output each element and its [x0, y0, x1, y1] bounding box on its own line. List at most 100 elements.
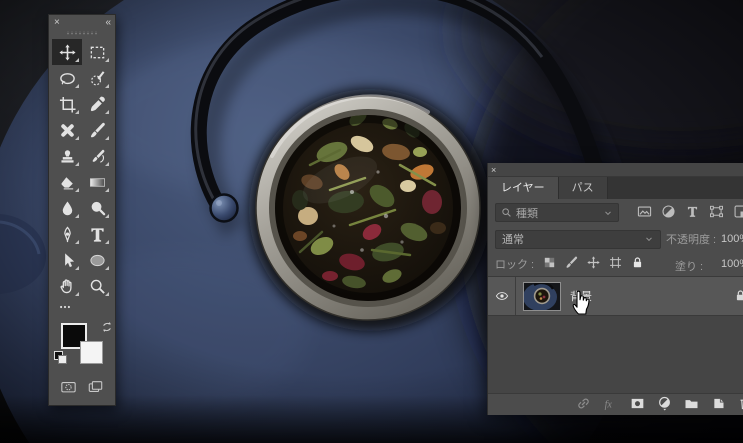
- tool-brush[interactable]: [82, 117, 112, 143]
- fx-button[interactable]: fx: [603, 396, 618, 414]
- blur-icon: [59, 200, 76, 217]
- opacity-value[interactable]: 100%: [721, 233, 743, 245]
- move-icon: [58, 43, 76, 61]
- lock-buttons: [543, 256, 644, 272]
- new-layer-button[interactable]: [711, 396, 726, 414]
- layer-thumbnail: [523, 281, 561, 311]
- blend-mode-dropdown[interactable]: 通常: [495, 229, 661, 249]
- flyout-triangle: [75, 188, 79, 192]
- lock-label: ロック :: [495, 259, 535, 271]
- fill-label: 塗り :: [675, 261, 704, 273]
- quick-mask-button[interactable]: [59, 379, 78, 395]
- trash-button[interactable]: [738, 396, 743, 414]
- zoom-icon: [89, 278, 106, 295]
- new-layer-icon: [711, 396, 726, 411]
- edit-toolbar-button[interactable]: [49, 299, 115, 315]
- flyout-triangle: [105, 136, 109, 140]
- flyout-triangle: [75, 292, 79, 296]
- tool-marquee[interactable]: [82, 39, 112, 65]
- lock-transparent-button[interactable]: [543, 256, 556, 272]
- link-icon: [576, 396, 591, 411]
- tool-path-select[interactable]: [52, 247, 82, 273]
- flyout-triangle: [105, 110, 109, 114]
- visibility-toggle[interactable]: [488, 277, 516, 315]
- flyout-triangle: [105, 58, 109, 62]
- blend-mode-value: 通常: [502, 234, 524, 246]
- lock-paint-button[interactable]: [565, 256, 578, 272]
- tool-crop[interactable]: [52, 91, 82, 117]
- filter-adjust-button[interactable]: [661, 204, 676, 222]
- tool-hand[interactable]: [52, 273, 82, 299]
- lock-artboard-button[interactable]: [609, 256, 622, 272]
- filter-shape-button[interactable]: [709, 204, 724, 222]
- layer-lock-icon: [734, 289, 743, 302]
- tool-eraser[interactable]: [52, 169, 82, 195]
- layers-panel-close-button[interactable]: ×: [491, 165, 496, 175]
- tool-history-brush[interactable]: [82, 143, 112, 169]
- tool-pen[interactable]: [52, 221, 82, 247]
- flyout-triangle: [105, 266, 109, 270]
- default-colors-button[interactable]: [54, 351, 69, 366]
- adjustment-button[interactable]: [657, 396, 672, 414]
- filter-smart-button[interactable]: [733, 204, 743, 222]
- tool-move[interactable]: [52, 39, 82, 65]
- eraser-icon: [59, 174, 76, 191]
- flyout-triangle: [75, 240, 79, 244]
- tool-lasso[interactable]: [52, 65, 82, 91]
- flyout-triangle: [105, 292, 109, 296]
- filter-type-button[interactable]: [685, 204, 700, 222]
- filter-adjust-icon: [661, 204, 676, 219]
- tool-ellipse[interactable]: [82, 247, 112, 273]
- group-button[interactable]: [684, 396, 699, 414]
- toolbar-header: × «: [49, 15, 115, 29]
- quick-select-icon: [89, 70, 106, 87]
- lock-all-button[interactable]: [631, 256, 644, 272]
- tool-blur[interactable]: [52, 195, 82, 221]
- filter-smart-icon: [733, 204, 743, 219]
- tool-type[interactable]: [82, 221, 112, 247]
- tab-layers[interactable]: レイヤー: [488, 177, 559, 199]
- filter-shape-icon: [709, 204, 724, 219]
- swap-colors-icon[interactable]: [101, 321, 113, 333]
- layers-panel: × レイヤーパス 種類 通常 不透明度 : 100% ロック : 塗り : 10…: [487, 163, 743, 415]
- svg-text:fx: fx: [605, 399, 613, 410]
- tool-quick-select[interactable]: [82, 65, 112, 91]
- flyout-triangle: [105, 188, 109, 192]
- lock-move-button[interactable]: [587, 256, 600, 272]
- flyout-triangle: [75, 162, 79, 166]
- flyout-triangle: [75, 58, 79, 62]
- clone-stamp-icon: [59, 148, 76, 165]
- link-button[interactable]: [576, 396, 591, 414]
- tool-healing[interactable]: [52, 117, 82, 143]
- brush-icon: [89, 122, 106, 139]
- healing-icon: [59, 122, 76, 139]
- layer-filter-row: 種類: [488, 199, 743, 226]
- mask-button[interactable]: [630, 396, 645, 414]
- fill-value[interactable]: 100%: [721, 258, 743, 270]
- tool-zoom[interactable]: [82, 273, 112, 299]
- tool-gradient[interactable]: [82, 169, 112, 195]
- layer-row[interactable]: 背景: [488, 277, 743, 316]
- search-icon: [501, 207, 512, 218]
- tool-eyedropper[interactable]: [82, 91, 112, 117]
- lock-all-icon: [631, 256, 644, 269]
- screen-mode-button[interactable]: [86, 379, 105, 395]
- more-icon: [58, 300, 72, 314]
- toolbar-panel: × «: [48, 14, 116, 406]
- type-icon: [89, 226, 106, 243]
- layer-filter-kind-dropdown[interactable]: 種類: [495, 203, 619, 222]
- flyout-triangle: [105, 84, 109, 88]
- tool-dodge[interactable]: [82, 195, 112, 221]
- toolbar-collapse-button[interactable]: «: [105, 17, 110, 28]
- flyout-triangle: [75, 266, 79, 270]
- hand-icon: [59, 278, 76, 295]
- toolbar-close-button[interactable]: ×: [54, 17, 60, 28]
- tool-clone-stamp[interactable]: [52, 143, 82, 169]
- tab-paths[interactable]: パス: [558, 177, 608, 199]
- toolbar-grip-handle[interactable]: [66, 31, 98, 35]
- filter-pixel-button[interactable]: [637, 204, 652, 222]
- adjustment-icon: [657, 396, 672, 411]
- eye-icon: [495, 289, 509, 303]
- lock-move-icon: [587, 256, 600, 269]
- background-color-swatch[interactable]: [80, 341, 103, 364]
